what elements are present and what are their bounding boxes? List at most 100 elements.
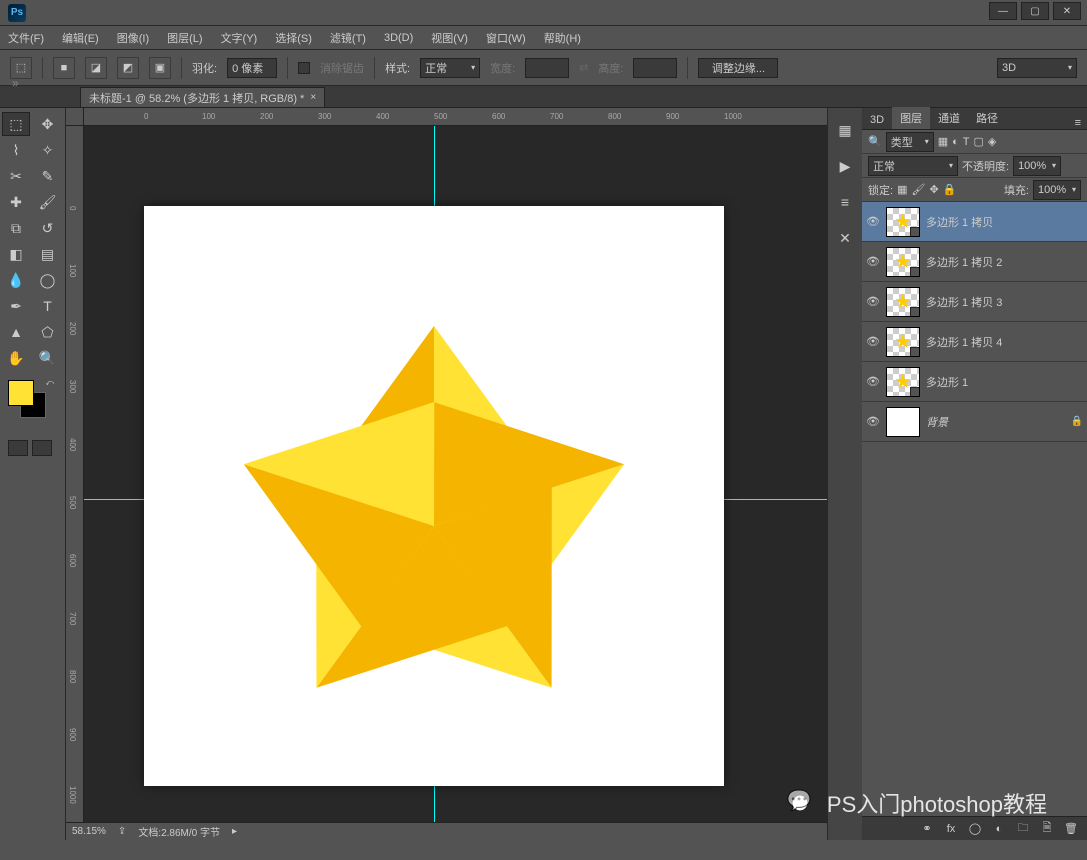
menu-file[interactable]: 文件(F) bbox=[8, 30, 44, 46]
type-tool[interactable]: T bbox=[34, 294, 62, 318]
height-input[interactable] bbox=[633, 58, 677, 78]
refine-edge-button[interactable]: 调整边缘... bbox=[698, 58, 778, 78]
blend-mode-dropdown[interactable]: 正常 bbox=[868, 156, 958, 176]
adjustment-icon[interactable]: ◐ bbox=[989, 820, 1009, 838]
layer-thumbnail[interactable] bbox=[886, 407, 920, 437]
zoom-tool[interactable]: 🔍 bbox=[34, 346, 62, 370]
menu-help[interactable]: 帮助(H) bbox=[544, 30, 581, 46]
magic-wand-tool[interactable]: ✧ bbox=[34, 138, 62, 162]
style-dropdown[interactable]: 正常 bbox=[420, 58, 480, 78]
tab-layers[interactable]: 图层 bbox=[892, 107, 930, 129]
fx-icon[interactable]: fx bbox=[941, 820, 961, 838]
document-tab[interactable]: 未标题-1 @ 58.2% (多边形 1 拷贝, RGB/8) * × bbox=[80, 87, 325, 107]
visibility-toggle-icon[interactable]: 👁 bbox=[866, 375, 880, 388]
feather-input[interactable] bbox=[227, 58, 277, 78]
lasso-tool[interactable]: ⌇ bbox=[2, 138, 30, 162]
new-layer-icon[interactable]: 🗎 bbox=[1037, 820, 1057, 838]
tab-channels[interactable]: 通道 bbox=[930, 107, 968, 129]
delete-layer-icon[interactable]: 🗑 bbox=[1061, 820, 1081, 838]
filter-type-dropdown[interactable]: 类型 bbox=[886, 132, 934, 152]
share-icon[interactable]: ⇪ bbox=[118, 826, 126, 837]
filter-image-icon[interactable]: ▦ bbox=[938, 135, 948, 148]
layer-item[interactable]: 👁 ★ 多边形 1 拷贝 3 bbox=[862, 282, 1087, 322]
vertical-ruler[interactable]: 01002003004005006007008009001000 bbox=[66, 126, 84, 840]
visibility-toggle-icon[interactable]: 👁 bbox=[866, 415, 880, 428]
panel-menu-icon[interactable]: ≡ bbox=[1069, 117, 1087, 129]
close-button[interactable]: ✕ bbox=[1053, 2, 1081, 20]
menu-image[interactable]: 图像(I) bbox=[117, 30, 149, 46]
layer-thumbnail[interactable]: ★ bbox=[886, 287, 920, 317]
tab-expand-icon[interactable]: » bbox=[12, 76, 19, 90]
opacity-input[interactable]: 100% bbox=[1013, 156, 1061, 176]
layer-thumbnail[interactable]: ★ bbox=[886, 327, 920, 357]
path-select-tool[interactable]: ▲ bbox=[2, 320, 30, 344]
3d-panel-icon[interactable]: ▦ bbox=[833, 118, 857, 142]
menu-edit[interactable]: 编辑(E) bbox=[62, 30, 99, 46]
layer-thumbnail[interactable]: ★ bbox=[886, 247, 920, 277]
search-icon[interactable]: 🔍 bbox=[868, 135, 882, 148]
play-panel-icon[interactable]: ▶ bbox=[833, 154, 857, 178]
layer-thumbnail[interactable]: ★ bbox=[886, 207, 920, 237]
clone-tool[interactable]: ⧉ bbox=[2, 216, 30, 240]
maximize-button[interactable]: ▢ bbox=[1021, 2, 1049, 20]
menu-window[interactable]: 窗口(W) bbox=[486, 30, 526, 46]
filter-text-icon[interactable]: T bbox=[963, 136, 970, 148]
selection-intersect-icon[interactable]: ▣ bbox=[149, 57, 171, 79]
swap-colors-icon[interactable]: ⤺ bbox=[45, 378, 54, 388]
layer-name[interactable]: 多边形 1 拷贝 2 bbox=[926, 254, 1002, 270]
layer-name[interactable]: 多边形 1 拷贝 bbox=[926, 214, 993, 230]
menu-select[interactable]: 选择(S) bbox=[275, 30, 312, 46]
layer-item[interactable]: 👁 ★ 多边形 1 拷贝 bbox=[862, 202, 1087, 242]
layer-name[interactable]: 多边形 1 拷贝 4 bbox=[926, 334, 1002, 350]
dodge-tool[interactable]: ◯ bbox=[34, 268, 62, 292]
pen-tool[interactable]: ✒ bbox=[2, 294, 30, 318]
fill-input[interactable]: 100% bbox=[1033, 180, 1081, 200]
visibility-toggle-icon[interactable]: 👁 bbox=[866, 215, 880, 228]
foreground-color-swatch[interactable] bbox=[8, 380, 34, 406]
menu-filter[interactable]: 滤镜(T) bbox=[330, 30, 366, 46]
antialias-checkbox[interactable] bbox=[298, 62, 310, 74]
visibility-toggle-icon[interactable]: 👁 bbox=[866, 335, 880, 348]
group-icon[interactable]: 🗀 bbox=[1013, 820, 1033, 838]
selection-subtract-icon[interactable]: ◩ bbox=[117, 57, 139, 79]
adjustments-panel-icon[interactable]: ✕ bbox=[833, 226, 857, 250]
canvas-viewport[interactable] bbox=[84, 126, 827, 822]
layer-item[interactable]: 👁 ★ 多边形 1 拷贝 2 bbox=[862, 242, 1087, 282]
document-tab-close-icon[interactable]: × bbox=[310, 92, 316, 103]
filter-smart-icon[interactable]: ◈ bbox=[988, 135, 996, 148]
move-tool[interactable]: ✥ bbox=[34, 112, 62, 136]
properties-panel-icon[interactable]: ≡ bbox=[833, 190, 857, 214]
menu-type[interactable]: 文字(Y) bbox=[221, 30, 258, 46]
width-input[interactable] bbox=[525, 58, 569, 78]
visibility-toggle-icon[interactable]: 👁 bbox=[866, 295, 880, 308]
ruler-corner[interactable] bbox=[66, 108, 84, 126]
lock-brush-icon[interactable]: 🖌 bbox=[911, 183, 925, 196]
eraser-tool[interactable]: ◧ bbox=[2, 242, 30, 266]
lock-position-icon[interactable]: ✥ bbox=[929, 183, 938, 196]
zoom-level[interactable]: 58.15% bbox=[72, 826, 106, 837]
menu-layer[interactable]: 图层(L) bbox=[167, 30, 202, 46]
layer-name[interactable]: 多边形 1 拷贝 3 bbox=[926, 294, 1002, 310]
info-chevron-icon[interactable]: ▸ bbox=[232, 826, 237, 837]
layer-item[interactable]: 👁 ★ 多边形 1 拷贝 4 bbox=[862, 322, 1087, 362]
document-info[interactable]: 文档:2.86M/0 字节 bbox=[138, 824, 220, 839]
quickmask-button[interactable] bbox=[8, 440, 28, 456]
tab-paths[interactable]: 路径 bbox=[968, 107, 1006, 129]
workspace-dropdown[interactable]: 3D bbox=[997, 58, 1077, 78]
lock-all-icon[interactable]: 🔒 bbox=[943, 183, 957, 196]
screenmode-button[interactable] bbox=[32, 440, 52, 456]
menu-3d[interactable]: 3D(D) bbox=[384, 32, 413, 44]
blur-tool[interactable]: 💧 bbox=[2, 268, 30, 292]
gradient-tool[interactable]: ▤ bbox=[34, 242, 62, 266]
marquee-tool[interactable]: ⬚ bbox=[2, 112, 30, 136]
filter-adjust-icon[interactable]: ◐ bbox=[952, 136, 959, 148]
crop-tool[interactable]: ✂ bbox=[2, 164, 30, 188]
healing-tool[interactable]: ✚ bbox=[2, 190, 30, 214]
horizontal-ruler[interactable]: 01002003004005006007008009001000 bbox=[84, 108, 827, 126]
swap-wh-icon[interactable]: ⇄ bbox=[579, 61, 588, 74]
layer-item[interactable]: 👁背景🔒 bbox=[862, 402, 1087, 442]
hand-tool[interactable]: ✋ bbox=[2, 346, 30, 370]
visibility-toggle-icon[interactable]: 👁 bbox=[866, 255, 880, 268]
layer-name[interactable]: 多边形 1 bbox=[926, 374, 968, 390]
layer-thumbnail[interactable]: ★ bbox=[886, 367, 920, 397]
